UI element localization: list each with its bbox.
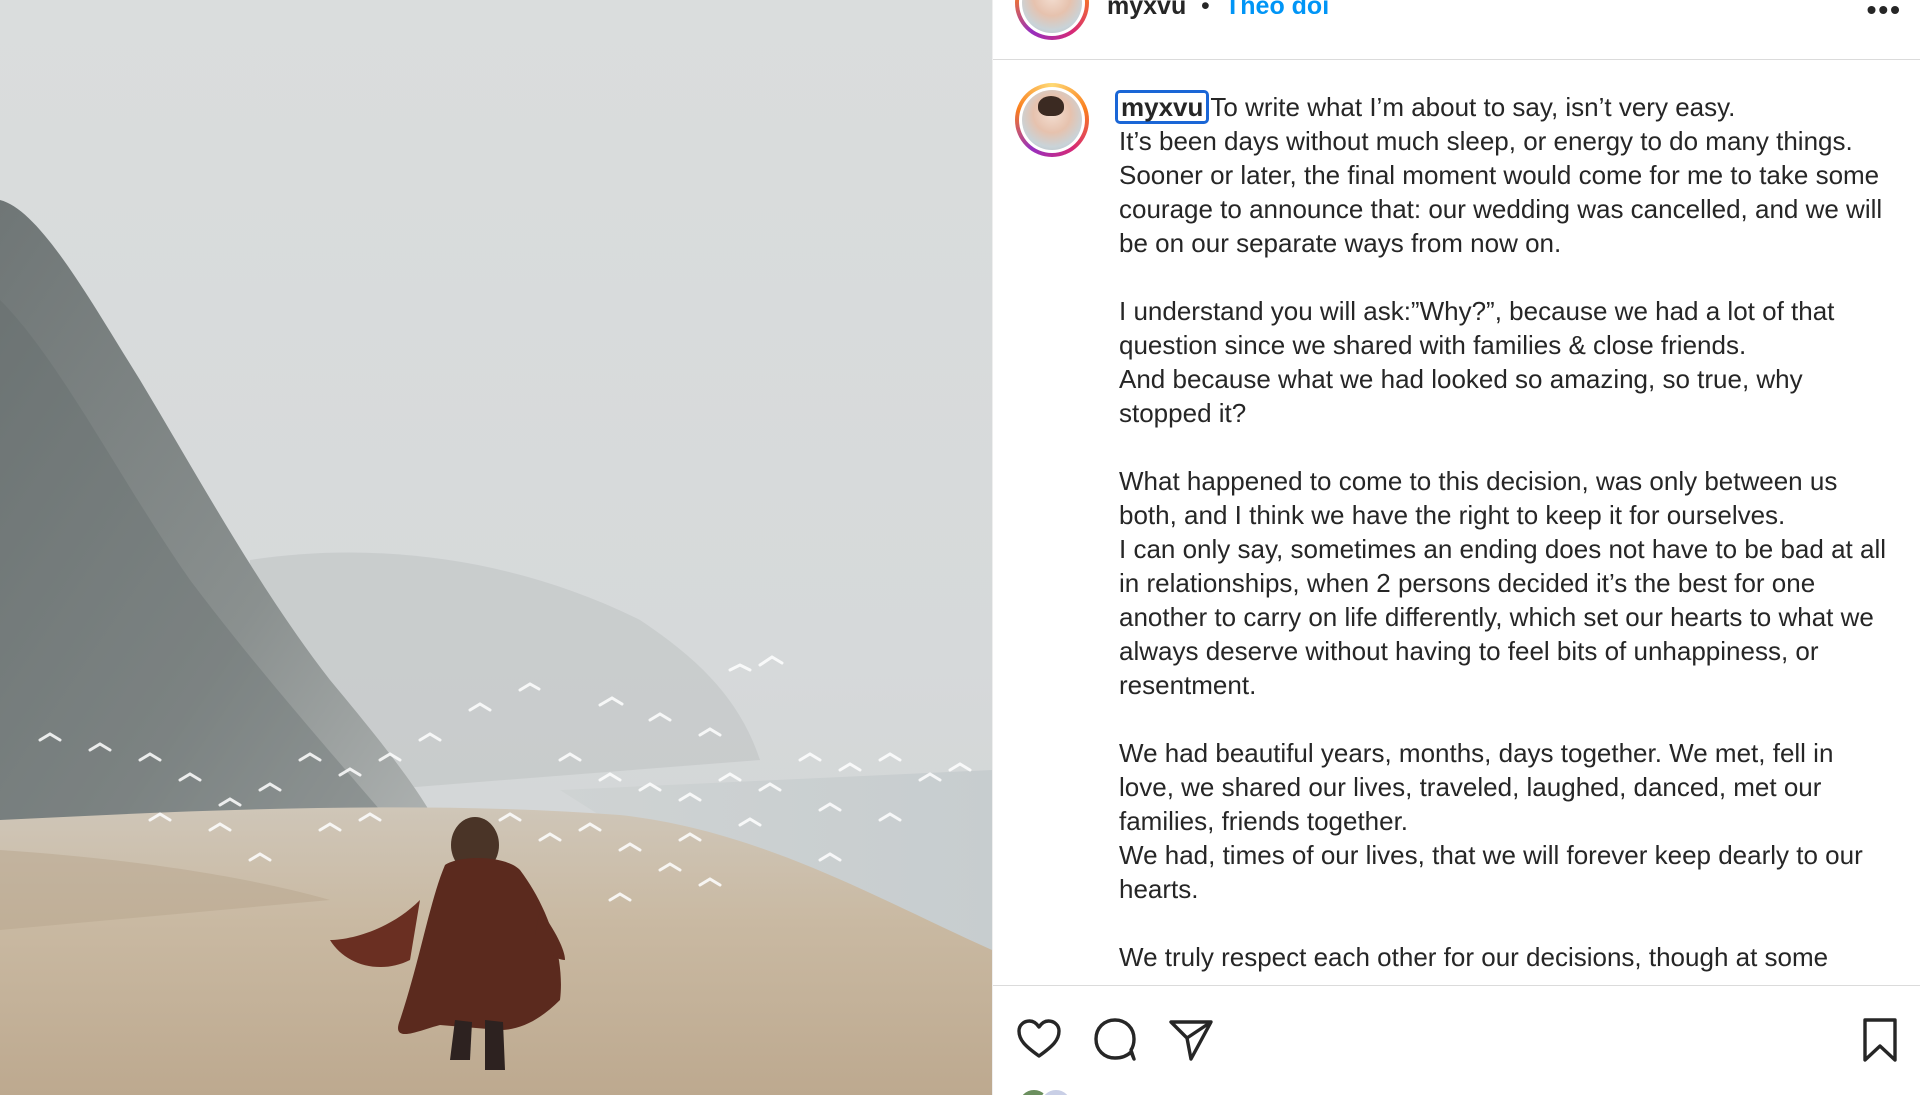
follow-button[interactable]: Theo dõi (1225, 0, 1329, 21)
avatar-photo (1022, 0, 1082, 33)
post-header: myxvu • Theo dõi ••• (993, 0, 1920, 60)
beach-scene-image (0, 0, 992, 1095)
header-username[interactable]: myxvu (1107, 0, 1186, 21)
caption-username-link[interactable]: myxvu (1115, 90, 1210, 124)
paper-plane-icon[interactable] (1167, 1016, 1215, 1064)
post-side-panel: myxvu • Theo dõi ••• myxvu To write what … (992, 0, 1920, 1095)
avatar-photo (1022, 90, 1082, 150)
caption-area[interactable]: myxvu To write what I’m about to say, isn… (993, 60, 1920, 985)
header-avatar[interactable] (1015, 0, 1089, 40)
post-actions-bar (993, 985, 1920, 1095)
header-separator: • (1201, 0, 1210, 20)
liker-avatar (1039, 1088, 1073, 1095)
heart-icon[interactable] (1015, 1016, 1063, 1064)
comment-icon[interactable] (1091, 1016, 1139, 1064)
post-photo[interactable] (0, 0, 992, 1095)
more-options-icon[interactable]: ••• (1867, 0, 1902, 26)
bookmark-icon[interactable] (1856, 1016, 1904, 1064)
caption-body: myxvu To write what I’m about to say, isn… (1115, 90, 1889, 974)
instagram-post-view: myxvu • Theo dõi ••• myxvu To write what … (0, 0, 1920, 1095)
caption-text: To write what I’m about to say, isn’t ve… (1119, 92, 1886, 972)
caption-avatar[interactable] (1015, 83, 1089, 157)
liked-by-avatars[interactable] (1017, 1088, 1077, 1095)
